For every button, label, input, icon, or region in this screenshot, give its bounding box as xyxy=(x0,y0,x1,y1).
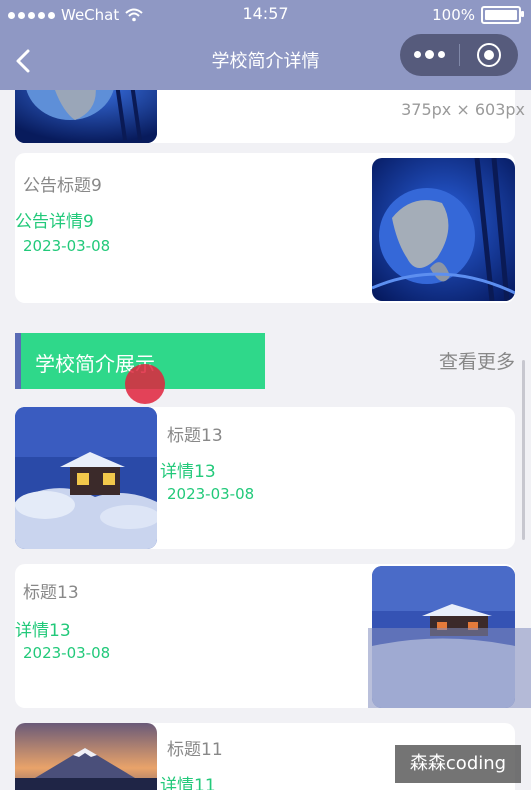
miniprogram-capsule xyxy=(400,34,518,76)
status-bar: WeChat 14:57 100% xyxy=(0,0,531,30)
item-detail: 详情13 xyxy=(15,621,71,641)
mountain-sunset-image xyxy=(15,723,157,790)
item-date: 2023-03-08 xyxy=(167,485,255,503)
list-item[interactable]: 标题13 详情13 2023-03-08 xyxy=(15,407,515,549)
item-title: 标题13 xyxy=(167,426,223,446)
earth-image xyxy=(15,90,157,143)
item-title: 标题11 xyxy=(167,740,223,760)
more-menu-icon[interactable] xyxy=(414,50,445,59)
dimension-label: 375px × 603px xyxy=(401,100,525,119)
notice-card[interactable]: 公告标题9 公告详情9 2023-03-08 xyxy=(15,153,515,303)
item-detail: 详情13 xyxy=(160,462,216,482)
item-detail: 详情11 xyxy=(160,776,216,790)
battery-group: 100% xyxy=(432,6,524,24)
watermark: 森森coding xyxy=(395,745,521,783)
touch-indicator xyxy=(125,364,165,404)
earth-image xyxy=(372,158,515,301)
notice-detail: 公告详情9 xyxy=(15,212,94,232)
blur-overlay xyxy=(368,628,531,708)
close-target-icon[interactable] xyxy=(477,43,501,67)
snow-house-image xyxy=(15,407,157,549)
top-bar: WeChat 14:57 100% 学校简介详情 xyxy=(0,0,531,90)
nav-bar: 学校简介详情 xyxy=(0,30,531,90)
notice-date: 2023-03-08 xyxy=(23,237,111,255)
item-date: 2023-03-08 xyxy=(23,644,111,662)
view-more-link[interactable]: 查看更多 xyxy=(439,347,515,374)
scrollbar[interactable] xyxy=(522,360,525,540)
capsule-divider xyxy=(459,44,460,66)
notice-title: 公告标题9 xyxy=(23,176,102,196)
battery-icon xyxy=(481,6,524,24)
battery-percent: 100% xyxy=(432,6,475,24)
item-title: 标题13 xyxy=(23,583,79,603)
